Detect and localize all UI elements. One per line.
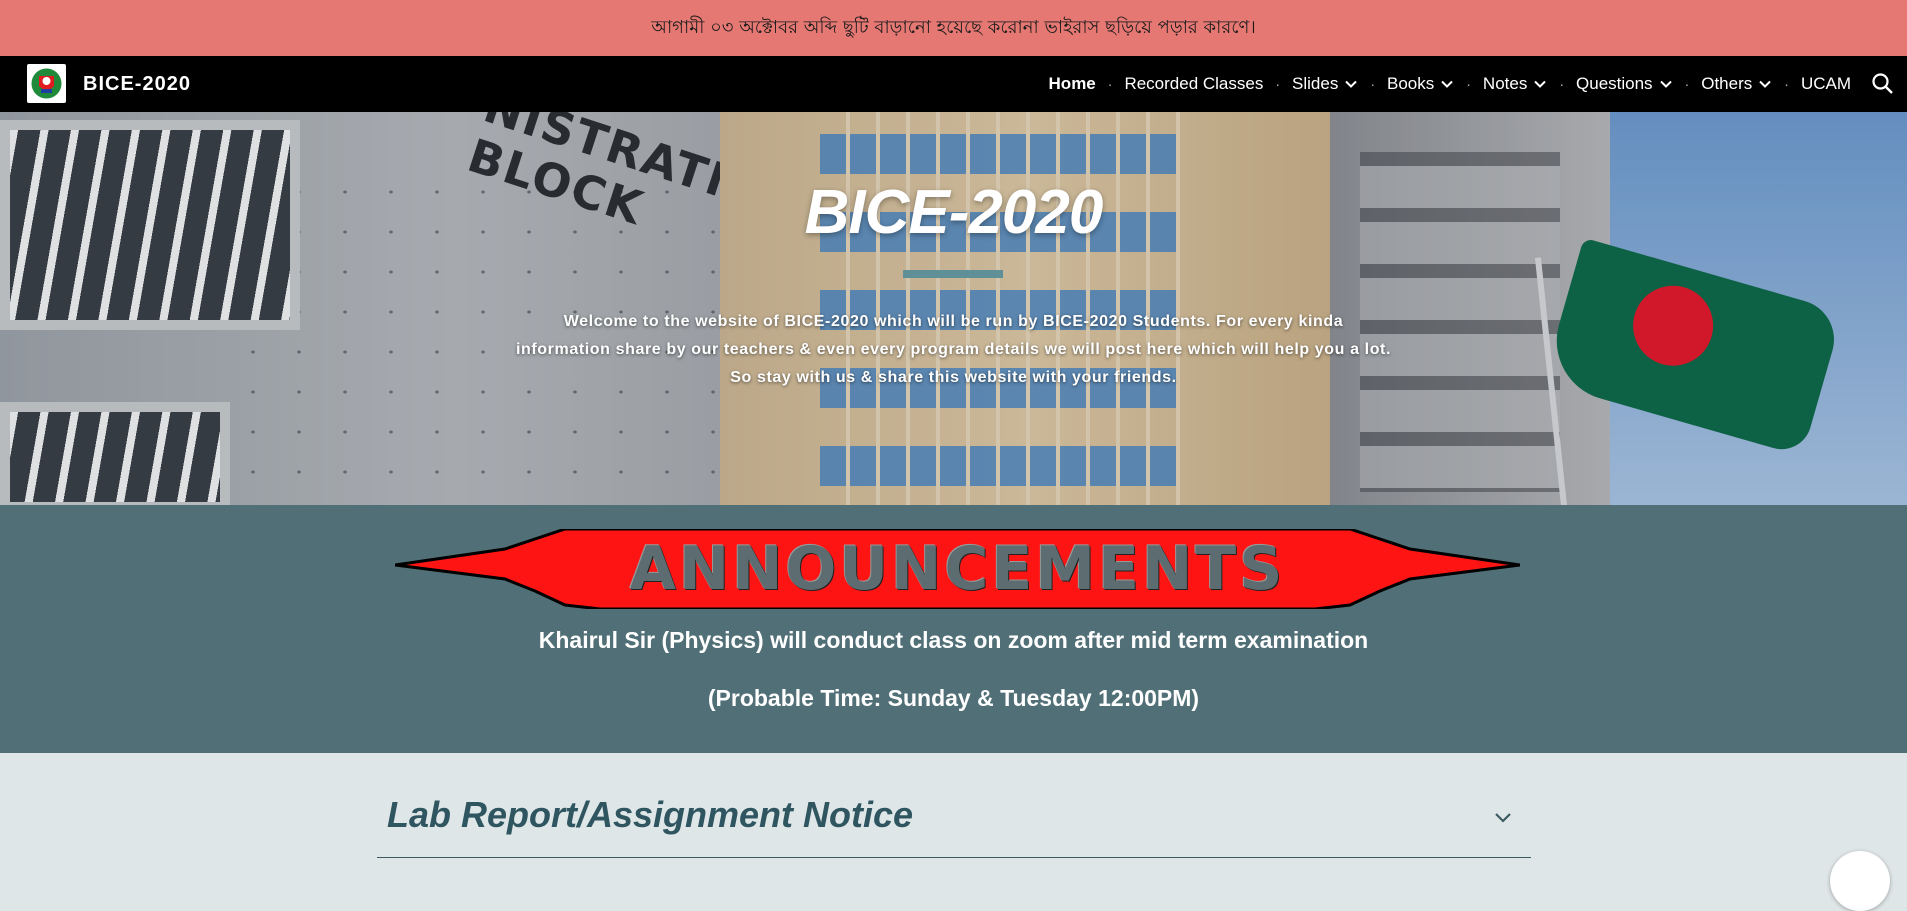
nav-item-label: Home xyxy=(1048,74,1096,93)
nav-separator: · xyxy=(1466,76,1471,92)
announcement-text: Khairul Sir (Physics) will conduct class… xyxy=(538,627,1369,653)
hero-text-line: information share by our teachers & even… xyxy=(515,341,1392,358)
announcements-section: ANNOUNCEMENTS Khairul Sir (Physics) will… xyxy=(0,505,1907,753)
lab-section: Lab Report/Assignment Notice xyxy=(0,753,1907,863)
announcements-heading: ANNOUNCEMENTS xyxy=(629,534,1286,604)
chevron-down-icon xyxy=(1345,80,1358,88)
nav-separator: · xyxy=(1559,76,1565,92)
floating-action-button[interactable] xyxy=(1830,851,1890,911)
announcement-time: (Probable Time: Sunday & Tuesday 12:00PM… xyxy=(707,685,1200,711)
site-logo-icon[interactable] xyxy=(27,64,66,103)
hero-text-line: So stay with us & share this website wit… xyxy=(730,369,1177,386)
nav-item-others[interactable]: Others xyxy=(1701,74,1772,94)
nav-item-label: Slides xyxy=(1292,74,1339,93)
nav-item-home[interactable]: Home xyxy=(1049,74,1096,94)
nav-separator: · xyxy=(1370,76,1375,92)
lab-notice-accordion[interactable]: Lab Report/Assignment Notice xyxy=(377,753,1531,858)
nav-item-label: Books xyxy=(1387,74,1435,93)
nav-separator: · xyxy=(1784,76,1789,92)
nav-item-books[interactable]: Books xyxy=(1387,74,1454,94)
site-title[interactable]: BICE-2020 xyxy=(83,56,191,112)
nav-item-notes[interactable]: Notes xyxy=(1483,74,1547,94)
chevron-down-icon xyxy=(1441,80,1453,88)
nav-item-questions[interactable]: Questions xyxy=(1576,74,1673,94)
search-icon[interactable] xyxy=(1869,70,1897,98)
main-nav: Home · Recorded Classes · Slides · Books… xyxy=(1049,56,1851,112)
hero-text-line: Welcome to the website of BICE-2020 whic… xyxy=(563,313,1344,330)
nav-separator: · xyxy=(1275,76,1281,92)
nav-item-recorded-classes[interactable]: Recorded Classes xyxy=(1124,74,1263,94)
hero-section: NISTRATIVE BLOCK BICE-2020 Welcome to the… xyxy=(0,112,1907,505)
nav-item-ucam[interactable]: UCAM xyxy=(1801,74,1851,94)
nav-item-slides[interactable]: Slides xyxy=(1292,74,1358,94)
nav-item-label: Questions xyxy=(1576,74,1653,93)
nav-item-label: Others xyxy=(1701,74,1753,93)
hero-title: BICE-2020 xyxy=(804,178,1104,247)
nav-item-label: Notes xyxy=(1482,74,1528,93)
lab-notice-title: Lab Report/Assignment Notice xyxy=(387,794,914,835)
notification-banner: আগামী ০৩ অক্টোবর অব্দি ছুটি বাড়ানো হয়ে… xyxy=(0,0,1907,56)
chevron-down-icon[interactable] xyxy=(1493,807,1513,827)
chevron-down-icon xyxy=(1759,80,1771,88)
nav-separator: · xyxy=(1107,76,1113,92)
nav-item-label: Recorded Classes xyxy=(1124,74,1264,93)
hero-description: Welcome to the website of BICE-2020 whic… xyxy=(460,308,1447,392)
chevron-down-icon xyxy=(1534,80,1547,88)
top-navbar: BICE-2020 Home · Recorded Classes · Slid… xyxy=(0,56,1907,112)
nav-separator: · xyxy=(1684,76,1690,92)
announcements-banner: ANNOUNCEMENTS xyxy=(395,529,1520,609)
chevron-down-icon xyxy=(1659,80,1672,88)
hero-divider xyxy=(903,270,1003,278)
nav-item-label: UCAM xyxy=(1800,74,1851,93)
notification-text: আগামী ০৩ অক্টোবর অব্দি ছুটি বাড়ানো হয়ে… xyxy=(651,16,1256,38)
